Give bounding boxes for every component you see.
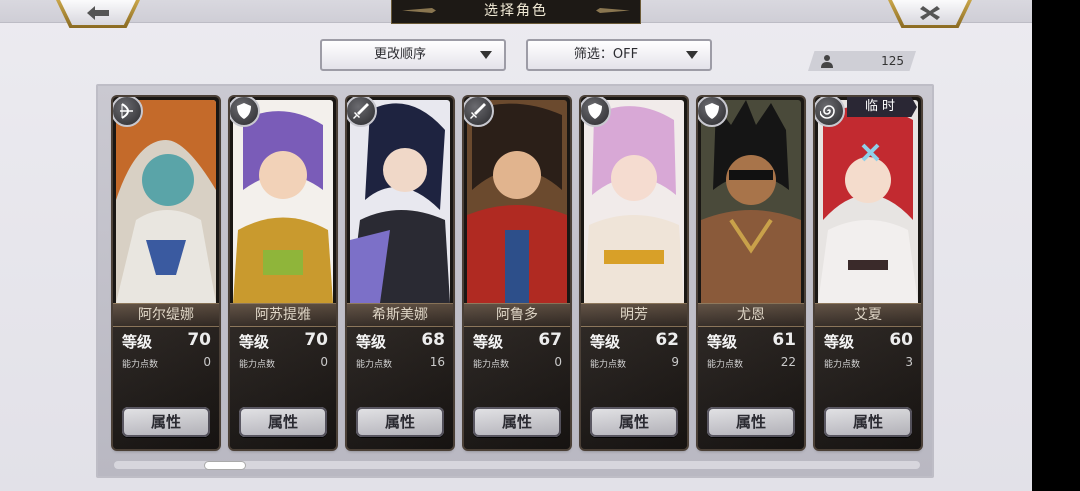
attributes-button[interactable]: 属性: [122, 407, 210, 437]
character-portrait: [233, 100, 333, 303]
level-value: 70: [304, 330, 328, 350]
level-label: 等级: [239, 333, 270, 351]
character-card-sismena[interactable]: 希斯美娜 等级 68 能力点数 16 属性: [347, 97, 453, 449]
character-name: 阿尔缇娜: [113, 303, 219, 327]
chevron-down-icon: [480, 51, 492, 59]
attributes-button[interactable]: 属性: [356, 407, 444, 437]
chevron-down-icon: [686, 51, 698, 59]
level-label: 等级: [473, 333, 504, 351]
level-label: 等级: [590, 333, 621, 351]
character-card-mingfang[interactable]: 明芳 等级 62 能力点数 9 属性: [581, 97, 687, 449]
close-button[interactable]: [888, 0, 972, 28]
ability-points-label: 能力点数: [239, 360, 276, 370]
character-count-value: 125: [881, 54, 904, 68]
level-value: 62: [655, 330, 679, 350]
sort-order-label: 更改顺序: [373, 47, 426, 62]
ability-points-value: 0: [203, 355, 211, 369]
ornament-icon: [596, 8, 630, 13]
ability-points-label: 能力点数: [707, 360, 744, 370]
ability-points-label: 能力点数: [473, 360, 510, 370]
level-value: 68: [421, 330, 445, 350]
character-name: 明芳: [581, 303, 687, 327]
close-icon: [920, 5, 940, 20]
attributes-button[interactable]: 属性: [239, 407, 327, 437]
ability-points-value: 0: [554, 355, 562, 369]
scrollbar-thumb[interactable]: [204, 461, 246, 470]
character-card-aisha[interactable]: 艾夏 等级 60 能力点数 3 属性: [815, 97, 921, 449]
character-name: 希斯美娜: [347, 303, 453, 327]
attributes-button[interactable]: 属性: [590, 407, 678, 437]
screen-edge: [1032, 0, 1080, 491]
character-portrait: [467, 100, 567, 303]
level-value: 70: [187, 330, 211, 350]
character-card-artina[interactable]: 阿尔缇娜 等级 70 能力点数 0 属性: [113, 97, 219, 449]
attributes-button[interactable]: 属性: [707, 407, 795, 437]
level-label: 等级: [707, 333, 738, 351]
character-portrait: [584, 100, 684, 303]
character-portrait: [116, 100, 216, 303]
character-card-yoon[interactable]: 尤恩 等级 61 能力点数 22 属性: [698, 97, 804, 449]
level-label: 等级: [122, 333, 153, 351]
ornament-icon: [402, 8, 436, 13]
attributes-button[interactable]: 属性: [473, 407, 561, 437]
character-count: 125: [808, 51, 916, 71]
level-value: 60: [889, 330, 913, 350]
temporary-badge: 临时: [847, 97, 917, 117]
character-name: 艾夏: [815, 303, 921, 327]
character-card-arudo[interactable]: 阿鲁多 等级 67 能力点数 0 属性: [464, 97, 570, 449]
level-label: 等级: [356, 333, 387, 351]
ability-points-label: 能力点数: [824, 360, 861, 370]
level-value: 67: [538, 330, 562, 350]
ability-points-value: 16: [429, 355, 445, 369]
level-value: 61: [772, 330, 796, 350]
character-portrait: [701, 100, 801, 303]
ability-points-label: 能力点数: [590, 360, 627, 370]
back-button[interactable]: [56, 0, 140, 28]
attributes-button[interactable]: 属性: [824, 407, 912, 437]
person-icon: [821, 55, 833, 68]
ability-points-value: 9: [671, 355, 679, 369]
back-arrow-icon: [87, 5, 109, 20]
screen: 选择角色 更改顺序 筛选：OFF 125 阿尔缇娜 等级 70 能力点数 0 属…: [0, 0, 1032, 491]
character-portrait: [350, 100, 450, 303]
ability-points-value: 22: [780, 355, 796, 369]
character-name: 阿苏提雅: [230, 303, 336, 327]
ability-points-value: 3: [905, 355, 913, 369]
ability-points-label: 能力点数: [122, 360, 159, 370]
level-label: 等级: [824, 333, 855, 351]
sort-order-dropdown[interactable]: 更改顺序: [320, 39, 506, 71]
ability-points-label: 能力点数: [356, 360, 393, 370]
filter-label: 筛选：OFF: [573, 47, 639, 62]
filter-dropdown[interactable]: 筛选：OFF: [526, 39, 712, 71]
page-title-text: 选择角色: [484, 3, 548, 19]
character-card-asutia[interactable]: 阿苏提雅 等级 70 能力点数 0 属性: [230, 97, 336, 449]
page-title: 选择角色: [391, 0, 641, 24]
character-name: 阿鲁多: [464, 303, 570, 327]
ability-points-value: 0: [320, 355, 328, 369]
character-name: 尤恩: [698, 303, 804, 327]
character-portrait: [818, 100, 918, 303]
